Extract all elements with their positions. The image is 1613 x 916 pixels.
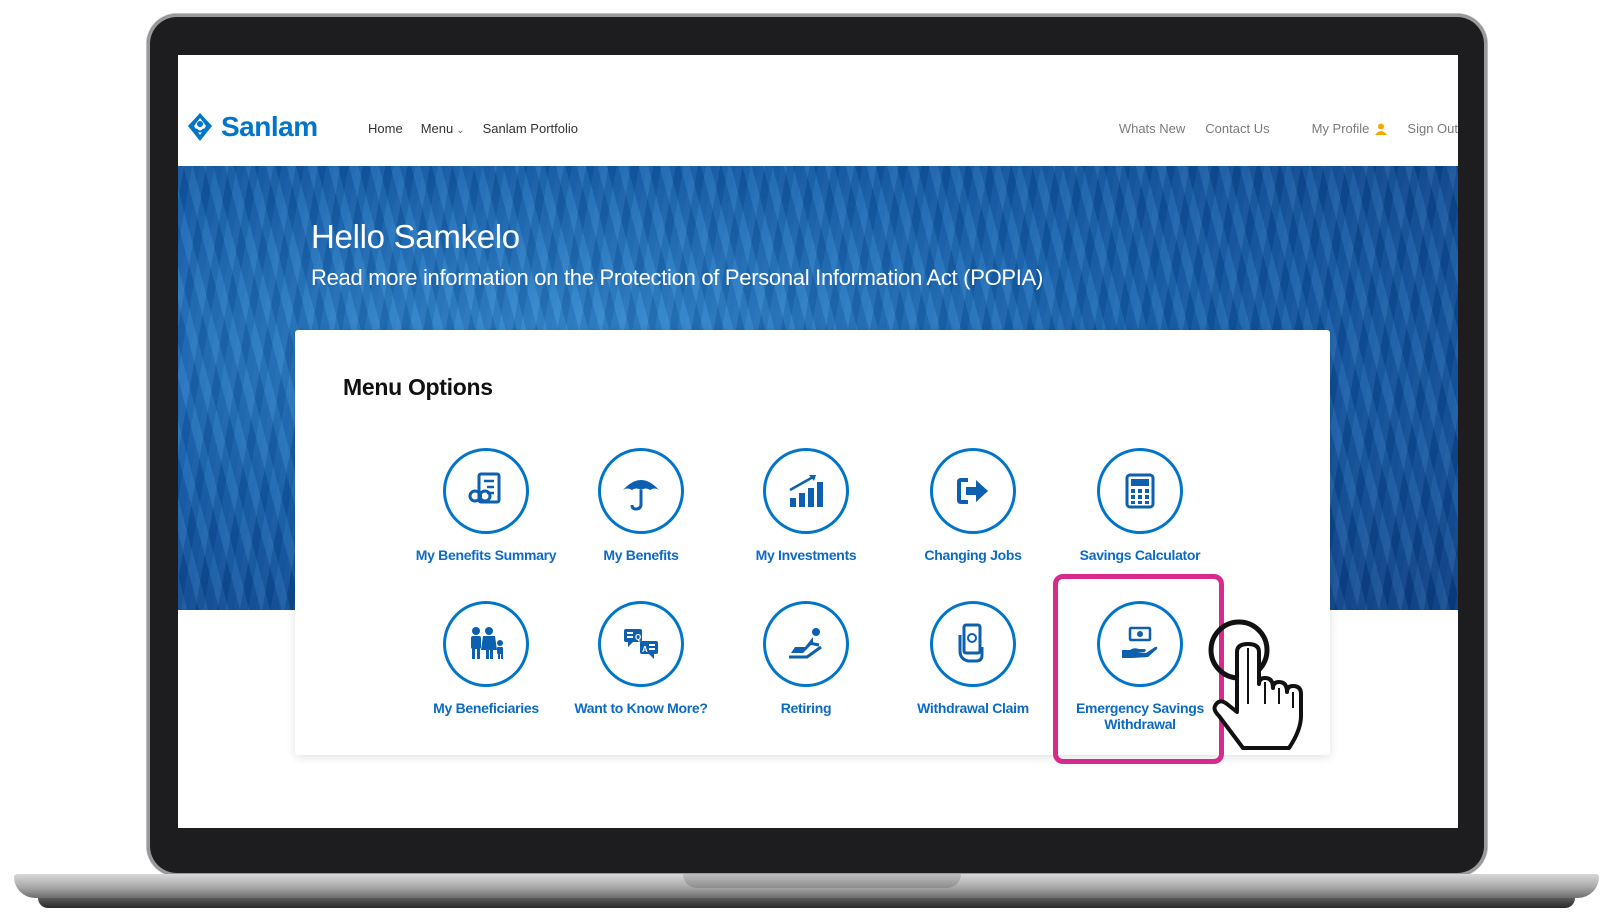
tile-label: Changing Jobs	[924, 547, 1022, 563]
nav-home[interactable]: Home	[368, 121, 403, 136]
sanlam-logo-icon	[188, 113, 212, 141]
tile-label: My Beneficiaries	[433, 700, 539, 716]
tile-label: Savings Calculator	[1079, 547, 1201, 563]
tile-my-benefits[interactable]: My Benefits	[556, 448, 726, 563]
nav-menu[interactable]: Menu ⌄	[421, 121, 465, 136]
tile-label: My Benefits Summary	[415, 547, 557, 563]
tile-my-investments[interactable]: My Investments	[721, 448, 891, 563]
hand-pointer-icon	[1208, 619, 1303, 750]
tile-label: My Benefits	[603, 547, 679, 563]
laptop-base-foot	[38, 898, 1575, 908]
tile-label: Retiring	[780, 700, 832, 716]
nav-my-profile[interactable]: My Profile	[1312, 121, 1388, 136]
nav-contact-us[interactable]: Contact Us	[1205, 121, 1269, 136]
faq-chat-icon: QA	[598, 601, 684, 687]
nav-sanlam-portfolio[interactable]: Sanlam Portfolio	[483, 121, 578, 136]
benefits-summary-icon	[443, 448, 529, 534]
tile-retiring[interactable]: Retiring	[721, 601, 891, 716]
umbrella-icon	[598, 448, 684, 534]
top-navigation-bar: Sanlam Home Menu ⌄ Sanlam Portfolio Whats…	[178, 55, 1458, 166]
tile-label: My Investments	[755, 547, 857, 563]
brand-name: Sanlam	[221, 111, 318, 142]
tile-withdrawal-claim[interactable]: Withdrawal Claim	[888, 601, 1058, 716]
nav-menu-label: Menu	[420, 121, 454, 136]
tile-label: Want to Know More?	[574, 700, 708, 716]
tile-savings-calculator[interactable]: Savings Calculator	[1055, 448, 1225, 563]
tile-my-beneficiaries[interactable]: My Beneficiaries	[401, 601, 571, 716]
svg-text:Q: Q	[635, 633, 641, 642]
reclining-chair-icon	[763, 601, 849, 687]
laptop-notch	[683, 874, 961, 888]
highlight-box	[1053, 574, 1224, 764]
user-icon	[1375, 123, 1388, 135]
chevron-down-icon: ⌄	[456, 125, 465, 136]
primary-nav: Home Menu ⌄ Sanlam Portfolio	[368, 121, 578, 136]
calculator-icon	[1097, 448, 1183, 534]
exit-arrow-icon	[930, 448, 1016, 534]
nav-sign-out[interactable]: Sign Out	[1407, 121, 1458, 136]
menu-options-title: Menu Options	[343, 374, 493, 400]
investments-chart-icon	[763, 448, 849, 534]
tile-my-benefits-summary[interactable]: My Benefits Summary	[401, 448, 571, 563]
secondary-nav: Whats New Contact Us My Profile Sign Out	[1119, 121, 1458, 136]
tile-want-to-know-more[interactable]: QA Want to Know More?	[556, 601, 726, 716]
greeting-heading: Hello Samkelo	[311, 218, 520, 255]
svg-text:A: A	[642, 645, 648, 654]
popia-link[interactable]: Read more information on the Protection …	[311, 265, 1043, 291]
sanlam-logo[interactable]: Sanlam	[187, 111, 318, 143]
family-icon	[443, 601, 529, 687]
nav-my-profile-label: My Profile	[1311, 121, 1370, 136]
money-hand-icon	[930, 601, 1016, 687]
nav-whats-new[interactable]: Whats New	[1119, 121, 1185, 136]
tile-label: Withdrawal Claim	[917, 700, 1029, 716]
tile-changing-jobs[interactable]: Changing Jobs	[888, 448, 1058, 563]
